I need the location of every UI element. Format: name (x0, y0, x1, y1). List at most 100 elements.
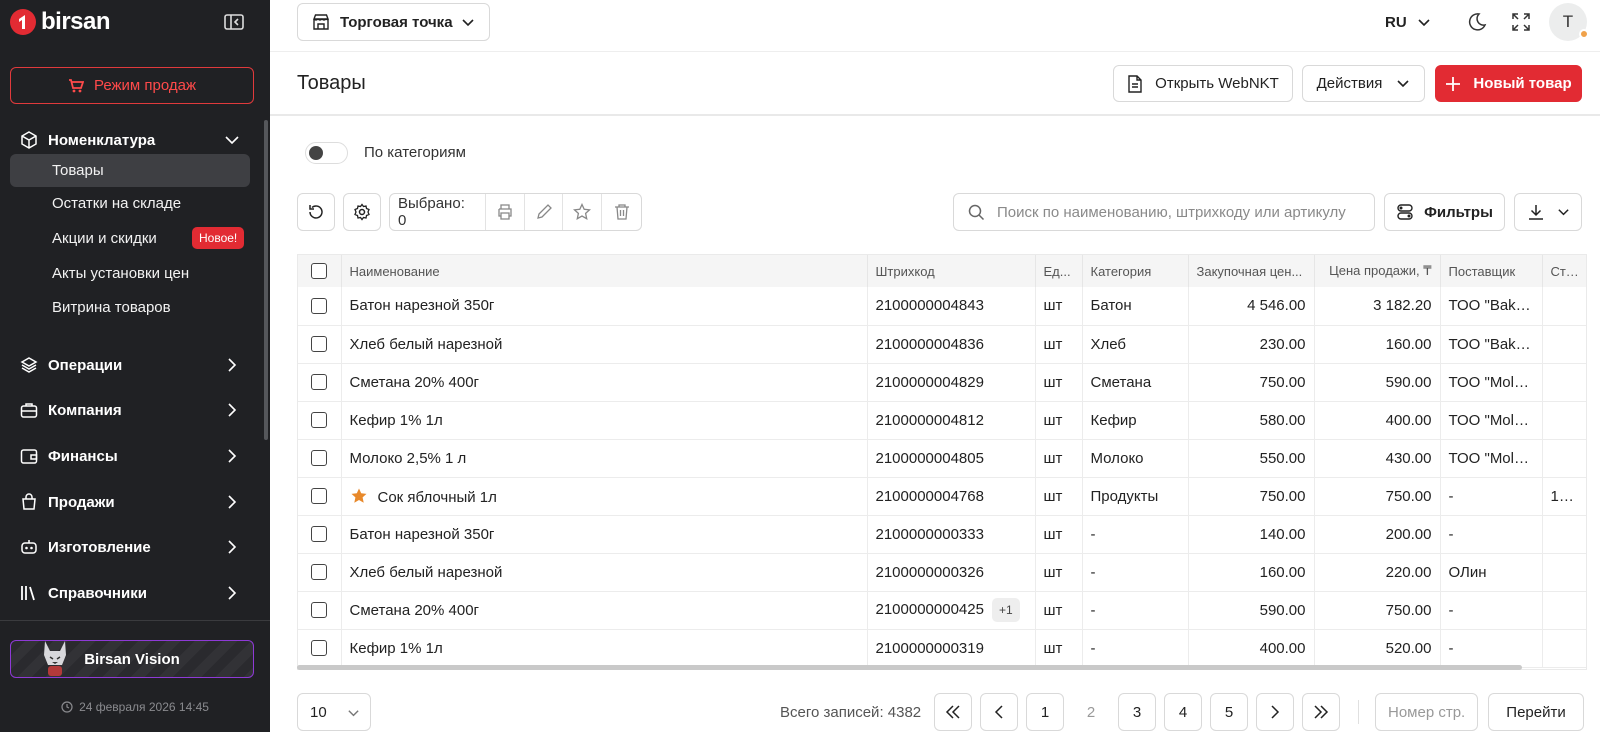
row-checkbox[interactable] (311, 412, 327, 428)
cell-name[interactable]: Батон нарезной 350г (341, 287, 868, 326)
table-row[interactable]: Хлеб белый нарезной 2100000004836 шт Хлеб 23… (298, 325, 1586, 364)
go-to-page-button[interactable]: Перейти (1488, 693, 1584, 731)
row-checkbox[interactable] (311, 297, 327, 314)
row-checkbox[interactable] (311, 602, 327, 618)
column-header-unit[interactable]: Ед... (1035, 255, 1083, 287)
column-header-extra[interactable]: Ста... (1542, 255, 1586, 287)
page-button-3[interactable]: 3 (1118, 693, 1156, 731)
row-checkbox[interactable] (311, 526, 327, 542)
table-horizontal-scrollbar[interactable] (297, 665, 1522, 670)
new-product-label: Новый товар (1473, 75, 1572, 92)
cell-category: Батон (1082, 287, 1189, 326)
table-row[interactable]: Кефир 1% 1л 2100000000319 шт -400.00 520.00- (298, 629, 1586, 668)
cell-name[interactable]: Сметана 20% 400г (341, 363, 868, 402)
table-row[interactable]: Сметана 20% 400г 2100000004829 шт Сметана 75… (298, 363, 1586, 402)
birsan-vision-button[interactable]: Birsan Vision (10, 640, 254, 678)
nav-section-company[interactable]: Компания (10, 392, 250, 428)
cell-name[interactable]: Молоко 2,5% 1 л (341, 439, 868, 478)
delete-button[interactable] (602, 194, 641, 230)
sidebar-item-stock[interactable]: Остатки на складе (10, 187, 250, 220)
page-size-select[interactable]: 10 (297, 693, 371, 731)
cell-name[interactable]: Сметана 20% 400г (341, 591, 868, 630)
row-checkbox[interactable] (311, 336, 327, 352)
nav-section-nomenclature[interactable]: Номенклатура (10, 122, 250, 158)
cell-sale-price: 520.00 (1314, 629, 1441, 668)
row-checkbox[interactable] (311, 450, 327, 466)
page-button-5[interactable]: 5 (1210, 693, 1248, 731)
table-row[interactable]: Молоко 2,5% 1 л 2100000004805 шт Молоко 550.… (298, 439, 1586, 478)
brand-logo[interactable]: birsan (10, 8, 111, 36)
select-all-checkbox[interactable] (311, 263, 327, 279)
nav-section-manufacturing[interactable]: Изготовление (10, 529, 250, 565)
row-checkbox[interactable] (311, 640, 327, 656)
favorite-button[interactable] (563, 194, 603, 230)
clock-icon (61, 701, 73, 713)
row-select-cell (298, 515, 342, 554)
table-row[interactable]: Батон нарезной 350г 2100000000333 шт -140.0… (298, 515, 1586, 554)
new-product-button[interactable]: Новый товар (1435, 65, 1582, 102)
sidebar-item-price-acts[interactable]: Акты установки цен (10, 257, 250, 290)
cell-purchase-price: 550.00 (1188, 439, 1315, 478)
column-header-supplier[interactable]: Поставщик (1440, 255, 1543, 287)
cell-name[interactable]: Кефир 1% 1л (341, 401, 868, 440)
page-button-1[interactable]: 1 (1026, 693, 1064, 731)
column-header-barcode[interactable]: Штрихкод (867, 255, 1036, 287)
first-page-button[interactable] (934, 693, 972, 731)
sales-mode-button[interactable]: Режим продаж (10, 67, 254, 104)
star-filled-icon[interactable] (350, 487, 368, 505)
page-button-4[interactable]: 4 (1164, 693, 1202, 731)
nav-section-references[interactable]: Справочники (10, 575, 250, 611)
refresh-button[interactable] (297, 193, 335, 231)
settings-button[interactable] (343, 193, 381, 231)
export-dropdown[interactable] (1514, 193, 1582, 231)
robot-icon (21, 540, 37, 554)
table-row[interactable]: Сок яблочный 1л 2100000004768 шт Продукты 75… (298, 477, 1586, 516)
sidebar-item-products[interactable]: Товары (10, 154, 250, 187)
open-webnkt-button[interactable]: Открыть WebNKT (1113, 65, 1293, 102)
sidebar-item-showcase[interactable]: Витрина товаров (10, 291, 250, 324)
chevron-right-icon (228, 449, 237, 463)
table-row[interactable]: Кефир 1% 1л 2100000004812 шт Кефир 580.00 400… (298, 401, 1586, 440)
actions-dropdown[interactable]: Действия (1302, 65, 1425, 102)
row-checkbox[interactable] (311, 564, 327, 580)
column-header-name[interactable]: Наименование (341, 255, 868, 287)
store-select[interactable]: Торговая точка (297, 3, 490, 41)
search-input[interactable] (997, 203, 1367, 221)
cell-name[interactable]: Сок яблочный 1л (341, 477, 868, 516)
next-page-button[interactable] (1256, 693, 1294, 731)
last-page-button[interactable] (1302, 693, 1340, 731)
nav-section-sales[interactable]: Продажи (10, 484, 250, 520)
cell-name[interactable]: Батон нарезной 350г (341, 515, 868, 554)
status-dot (1579, 29, 1589, 39)
chevron-right-icon (228, 540, 237, 554)
cell-extra (1542, 325, 1586, 364)
table-row[interactable]: Хлеб белый нарезной 2100000000326 шт -160.0… (298, 553, 1586, 592)
nav-section-finance[interactable]: Финансы (10, 438, 250, 474)
row-checkbox[interactable] (311, 374, 327, 390)
cell-name[interactable]: Кефир 1% 1л (341, 629, 868, 668)
more-barcodes-badge[interactable]: +1 (991, 598, 1020, 622)
collapse-sidebar-icon[interactable] (224, 13, 244, 31)
row-select-cell (298, 363, 342, 402)
table-row[interactable]: Батон нарезной 350г 2100000004843 шт Батон 4… (298, 287, 1586, 326)
language-select[interactable]: RU (1385, 14, 1431, 31)
row-checkbox[interactable] (311, 488, 327, 504)
table-row[interactable]: Сметана 20% 400г 2100000000425 +1 шт -590.00… (298, 591, 1586, 630)
page-number-input[interactable] (1375, 693, 1478, 731)
column-header-sale-price[interactable]: Цена продажи, ₸ (1314, 255, 1441, 287)
print-button[interactable] (486, 194, 525, 230)
prev-page-button[interactable] (980, 693, 1018, 731)
category-toggle[interactable] (305, 142, 348, 164)
cell-name[interactable]: Хлеб белый нарезной (341, 325, 868, 364)
nav-section-operations[interactable]: Операции (10, 347, 250, 383)
fullscreen-icon[interactable] (1512, 13, 1530, 31)
theme-moon-icon[interactable] (1467, 12, 1487, 32)
sidebar-item-promotions[interactable]: Акции и скидки Новое! (10, 222, 250, 255)
column-header-purchase-price[interactable]: Закупочная цен... (1188, 255, 1315, 287)
cell-name[interactable]: Хлеб белый нарезной (341, 553, 868, 592)
edit-button[interactable] (525, 194, 564, 230)
column-header-category[interactable]: Категория (1082, 255, 1189, 287)
sidebar-scrollbar[interactable] (264, 120, 268, 440)
page-button-2[interactable]: 2 (1072, 693, 1110, 731)
filters-button[interactable]: Фильтры (1384, 193, 1505, 231)
